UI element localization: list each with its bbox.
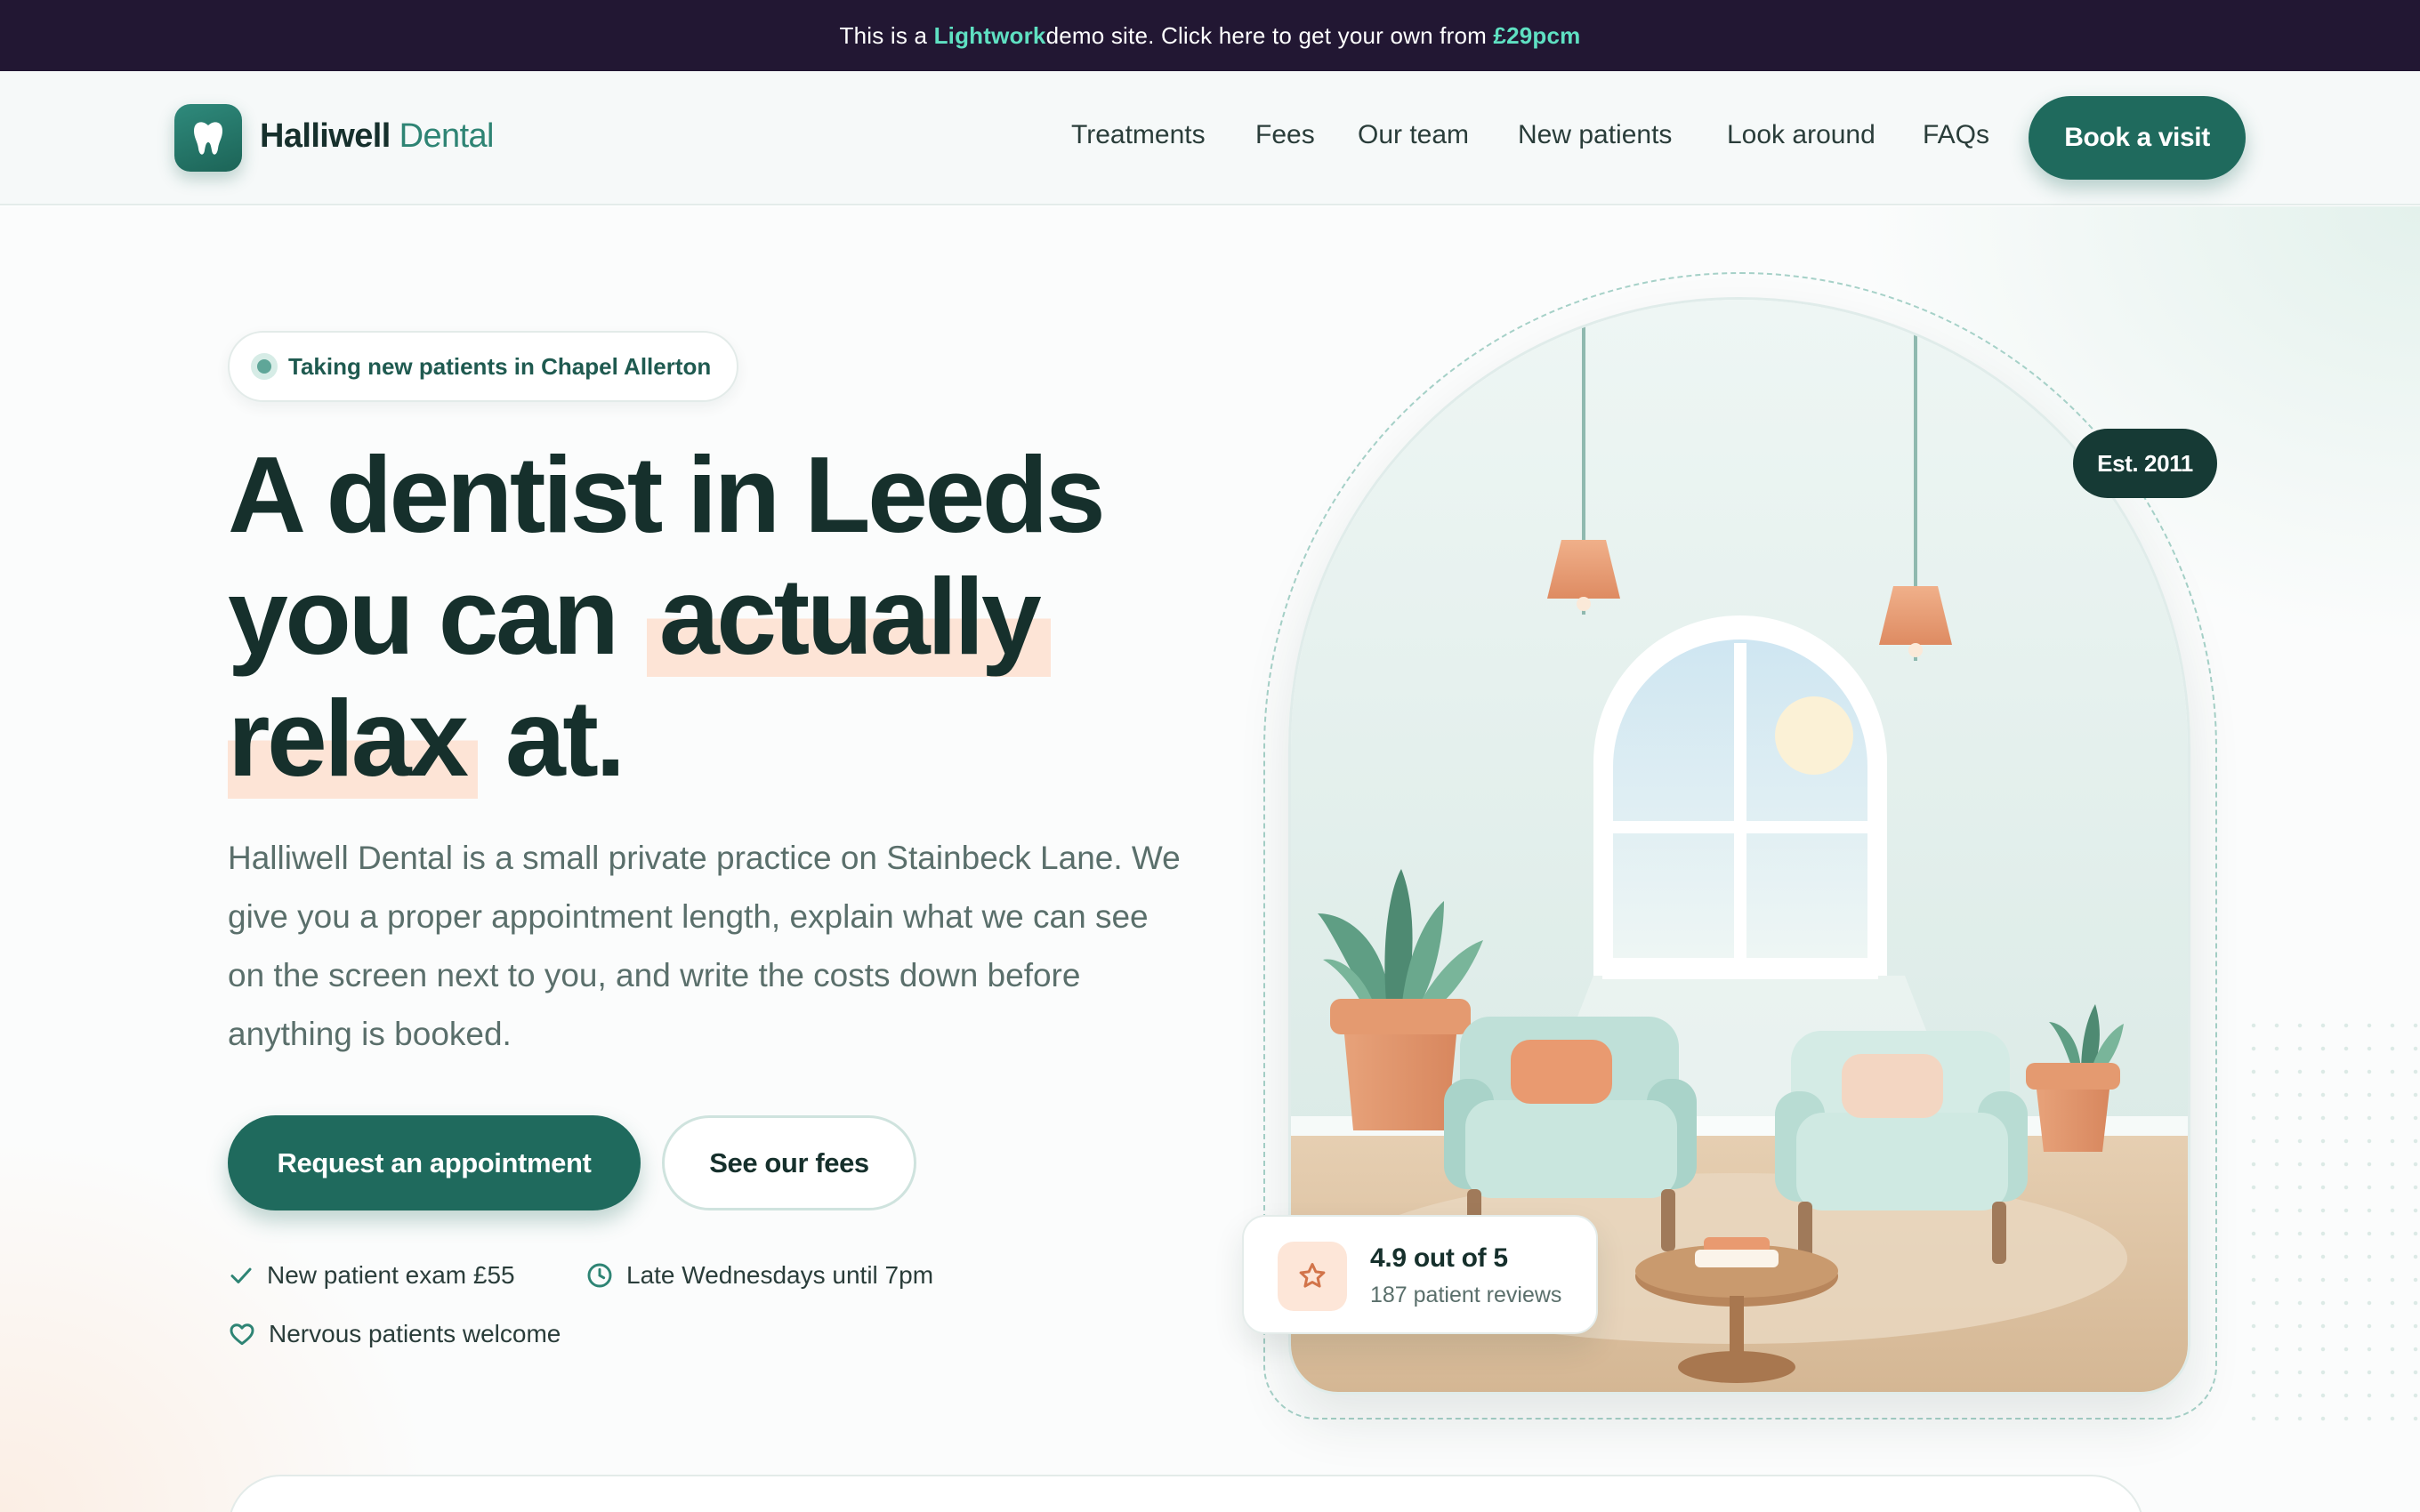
next-section-card bbox=[228, 1475, 2144, 1512]
site-header: Halliwell Dental Treatments Fees Our team… bbox=[0, 71, 2420, 205]
feature-late-wednesdays: Late Wednesdays until 7pm bbox=[585, 1261, 933, 1290]
nav-link-fees[interactable]: Fees bbox=[1255, 120, 1315, 150]
promo-banner[interactable]: This is a Lightwork demo site. Click her… bbox=[0, 0, 2420, 71]
feature-new-patient-exam: New patient exam £55 bbox=[228, 1261, 515, 1290]
hero-description: Halliwell Dental is a small private prac… bbox=[228, 840, 1181, 1052]
brand-first: Halliwell bbox=[260, 117, 391, 155]
hero-heading: A dentist in Leeds you can actually rela… bbox=[228, 434, 1206, 800]
dot-pattern bbox=[2242, 1014, 2420, 1423]
clock-icon bbox=[587, 1263, 612, 1288]
heading-highlight-relax: relax bbox=[228, 678, 479, 799]
heading-line-3-text: at. bbox=[504, 678, 625, 799]
heading-line-2-text: you can bbox=[228, 556, 619, 677]
heading-line-2: you can actually bbox=[228, 556, 1206, 678]
star-icon bbox=[1278, 1242, 1347, 1311]
status-dot-icon bbox=[251, 353, 278, 380]
feature-label: New patient exam £55 bbox=[267, 1261, 515, 1289]
badge-label: Taking new patients in Chapel Allerton bbox=[288, 352, 712, 380]
heart-icon bbox=[230, 1323, 254, 1346]
check-icon bbox=[230, 1267, 252, 1283]
heading-line-3: relax at. bbox=[228, 678, 1206, 800]
feature-label: Nervous patients welcome bbox=[269, 1320, 561, 1347]
nav-link-new-patients[interactable]: New patients bbox=[1518, 120, 1672, 150]
rating-card: 4.9 out of 5 187 patient reviews bbox=[1242, 1215, 1598, 1334]
nav-link-treatments[interactable]: Treatments bbox=[1071, 120, 1206, 150]
established-badge: Est. 2011 bbox=[2073, 429, 2217, 498]
nav-link-our-team[interactable]: Our team bbox=[1358, 120, 1469, 150]
request-appointment-button[interactable]: Request an appointment bbox=[228, 1115, 641, 1210]
promo-price: £29pcm bbox=[1493, 21, 1581, 49]
promo-brand: Lightwork bbox=[933, 21, 1046, 49]
promo-prefix: This is a bbox=[839, 21, 928, 49]
tooth-logo-icon[interactable] bbox=[174, 104, 242, 172]
rating-review-count: 187 patient reviews bbox=[1370, 1283, 1562, 1307]
heading-highlight-actually: actually bbox=[646, 556, 1052, 677]
nav-link-faqs[interactable]: FAQs bbox=[1923, 120, 1989, 150]
promo-middle: demo site. Click here to get your own fr… bbox=[1045, 21, 1487, 49]
feature-nervous-patients: Nervous patients welcome bbox=[228, 1320, 561, 1348]
heading-line-1: A dentist in Leeds bbox=[228, 434, 1106, 555]
rating-score: 4.9 out of 5 bbox=[1370, 1243, 1508, 1273]
see-fees-button[interactable]: See our fees bbox=[662, 1115, 916, 1210]
feature-label: Late Wednesdays until 7pm bbox=[626, 1261, 934, 1289]
book-visit-button[interactable]: Book a visit bbox=[2029, 96, 2246, 180]
brand-second: Dental bbox=[399, 117, 495, 155]
new-patients-badge: Taking new patients in Chapel Allerton bbox=[228, 331, 738, 402]
brand-name[interactable]: Halliwell Dental bbox=[260, 117, 495, 156]
nav-link-look-around[interactable]: Look around bbox=[1727, 120, 1876, 150]
